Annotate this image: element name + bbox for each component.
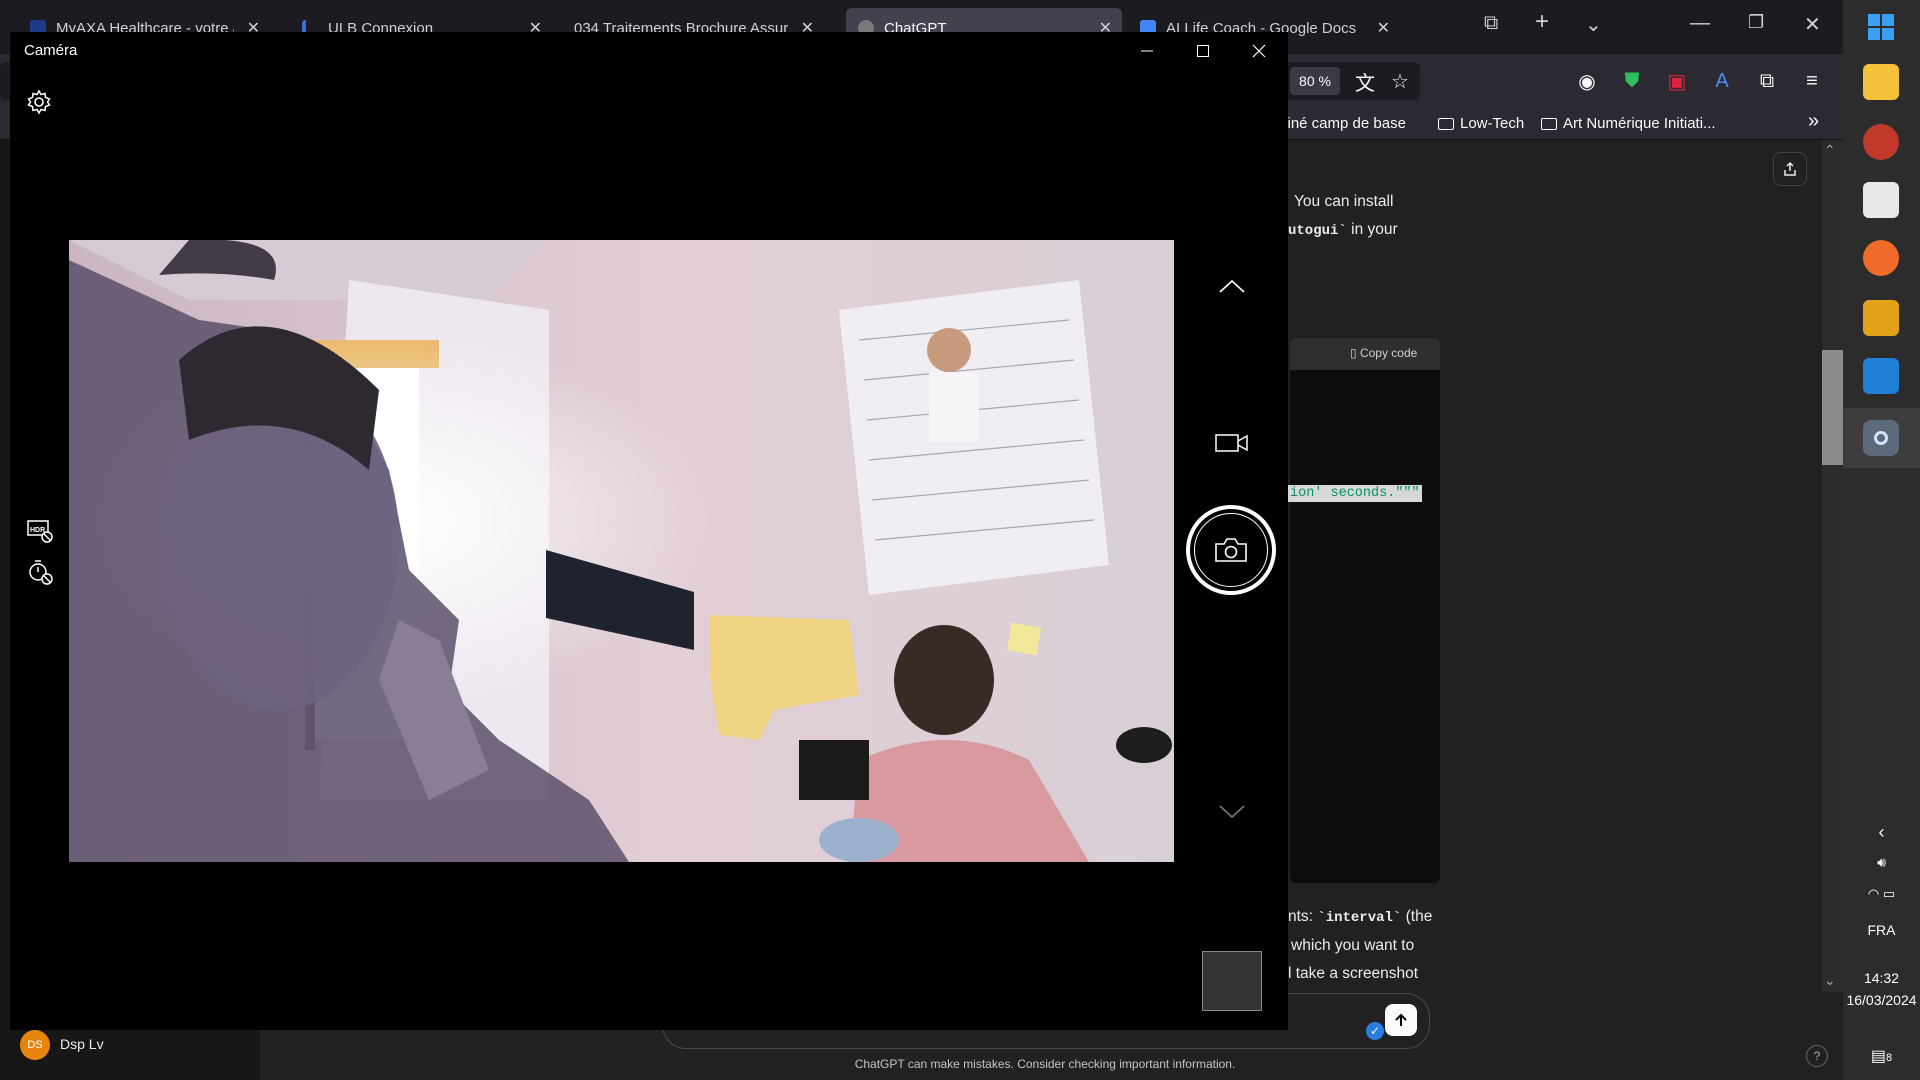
minimize-icon[interactable]: — bbox=[1690, 12, 1710, 35]
windows-start-icon[interactable] bbox=[1868, 14, 1894, 45]
bookmark-low-tech[interactable]: Low-Tech bbox=[1438, 115, 1524, 132]
chat-text: (the bbox=[1401, 908, 1433, 925]
scroll-down-icon[interactable]: ⌄ bbox=[1824, 972, 1836, 989]
close-icon[interactable]: ✕ bbox=[1377, 18, 1390, 38]
firefox-icon[interactable] bbox=[1863, 240, 1899, 276]
extensions-icon[interactable]: ⧉ bbox=[1752, 66, 1782, 96]
close-window-icon[interactable]: ✕ bbox=[1804, 12, 1821, 37]
camera-app-icon[interactable] bbox=[1863, 420, 1899, 456]
chat-text-line: You can install bbox=[1294, 193, 1394, 210]
avatar[interactable]: DS bbox=[20, 1030, 50, 1060]
language-indicator[interactable]: FRA bbox=[1843, 922, 1920, 938]
gear-icon[interactable] bbox=[26, 89, 52, 120]
volume-icon[interactable]: 🔊︎ bbox=[1843, 854, 1920, 871]
chevron-left-icon[interactable]: ‹ bbox=[1843, 822, 1920, 843]
video-camera-icon[interactable] bbox=[1215, 432, 1249, 459]
copy-code-label: Copy code bbox=[1359, 346, 1418, 360]
minimize-icon[interactable] bbox=[1132, 38, 1162, 64]
vscode-icon[interactable] bbox=[1863, 358, 1899, 394]
arrow-up-icon bbox=[1395, 1013, 1407, 1026]
pocket-icon[interactable]: ▣ bbox=[1662, 66, 1692, 96]
highlighted-code: ion' seconds.""" bbox=[1288, 485, 1422, 502]
translate-icon[interactable]: 文 bbox=[1350, 66, 1380, 96]
take-photo-button[interactable] bbox=[1186, 505, 1276, 595]
timer-off-icon[interactable] bbox=[26, 558, 54, 591]
hdr-off-icon[interactable]: HDR bbox=[26, 518, 54, 549]
tab-list-icon[interactable]: ⧉ bbox=[1484, 12, 1498, 35]
clipboard-icon: ▯ bbox=[1350, 346, 1360, 360]
inline-code: utogui` bbox=[1288, 223, 1347, 239]
zoom-level[interactable]: 80 % bbox=[1290, 67, 1340, 95]
account-icon[interactable]: ◉ bbox=[1572, 66, 1602, 96]
last-photo-thumbnail[interactable] bbox=[1202, 951, 1262, 1011]
bookmarks-overflow-icon[interactable]: » bbox=[1808, 110, 1819, 133]
chat-text: in your bbox=[1346, 221, 1398, 238]
camera-feed-image bbox=[69, 240, 1174, 862]
notification-icon[interactable]: ▤8 bbox=[1843, 1046, 1920, 1066]
chat-text-line: utogui` in your bbox=[1288, 221, 1398, 239]
chevron-down-icon[interactable]: ⌄ bbox=[1585, 12, 1602, 37]
scroll-up-icon[interactable]: ⌃ bbox=[1824, 142, 1836, 159]
window-title: Caméra bbox=[24, 42, 78, 59]
bookmark-label: Art Numérique Initiati... bbox=[1563, 115, 1716, 132]
new-tab-icon[interactable]: + bbox=[1535, 8, 1549, 36]
chat-text-line: nts: `interval` (the bbox=[1288, 908, 1432, 926]
help-button[interactable]: ? bbox=[1806, 1045, 1828, 1067]
app-icon[interactable] bbox=[1863, 124, 1899, 160]
copy-code-button[interactable]: ▯ Copy code bbox=[1350, 346, 1417, 360]
share-button[interactable] bbox=[1773, 152, 1807, 186]
translate-extension-icon[interactable]: A bbox=[1707, 66, 1737, 96]
folder-icon bbox=[1541, 117, 1557, 130]
maximize-icon[interactable] bbox=[1188, 38, 1218, 64]
clock-time[interactable]: 14:32 bbox=[1843, 970, 1920, 986]
scrollbar-track[interactable] bbox=[1822, 140, 1843, 992]
share-icon bbox=[1784, 161, 1796, 176]
photo-camera-icon bbox=[1215, 538, 1247, 562]
disclaimer-text: ChatGPT can make mistakes. Consider chec… bbox=[854, 1057, 1236, 1071]
notification-count: 8 bbox=[1886, 1052, 1893, 1064]
chevron-up-icon[interactable] bbox=[1218, 278, 1246, 299]
send-button[interactable] bbox=[1385, 1004, 1417, 1036]
check-badge-icon: ✓ bbox=[1366, 1022, 1384, 1040]
wifi-battery-icon[interactable]: ◠ ▭ bbox=[1843, 886, 1920, 902]
restore-icon[interactable]: ❐ bbox=[1748, 12, 1764, 33]
bookmark-label: Low-Tech bbox=[1460, 115, 1525, 132]
bookmark-kine[interactable]: kiné camp de base bbox=[1280, 115, 1406, 132]
bookmark-art-numerique[interactable]: Art Numérique Initiati... bbox=[1541, 115, 1716, 132]
scrollbar-thumb[interactable] bbox=[1822, 350, 1843, 465]
camera-preview bbox=[69, 240, 1174, 862]
folder-icon bbox=[1438, 117, 1454, 130]
file-explorer-icon[interactable] bbox=[1863, 64, 1899, 100]
shield-icon[interactable]: ⛊ bbox=[1617, 66, 1647, 96]
svg-text:HDR: HDR bbox=[30, 527, 45, 534]
shutter-ring bbox=[1194, 513, 1268, 587]
code-block bbox=[1290, 338, 1440, 883]
chat-text-line: which you want to bbox=[1291, 937, 1415, 954]
user-name[interactable]: Dsp Lv bbox=[60, 1036, 104, 1052]
chat-text-line: l take a screenshot bbox=[1288, 965, 1419, 982]
star-icon[interactable]: ☆ bbox=[1385, 66, 1415, 96]
menu-icon[interactable]: ≡ bbox=[1797, 66, 1827, 96]
clock-date[interactable]: 16/03/2024 bbox=[1843, 992, 1920, 1008]
chat-text: nts: bbox=[1288, 908, 1318, 925]
document-app-icon[interactable] bbox=[1863, 182, 1899, 218]
app-icon[interactable] bbox=[1863, 300, 1899, 336]
taskbar bbox=[1843, 0, 1920, 1080]
chevron-down-icon[interactable] bbox=[1218, 804, 1246, 825]
inline-code: `interval` bbox=[1317, 910, 1402, 926]
close-icon[interactable] bbox=[1244, 38, 1274, 64]
bookmark-label: kiné camp de base bbox=[1280, 115, 1406, 132]
